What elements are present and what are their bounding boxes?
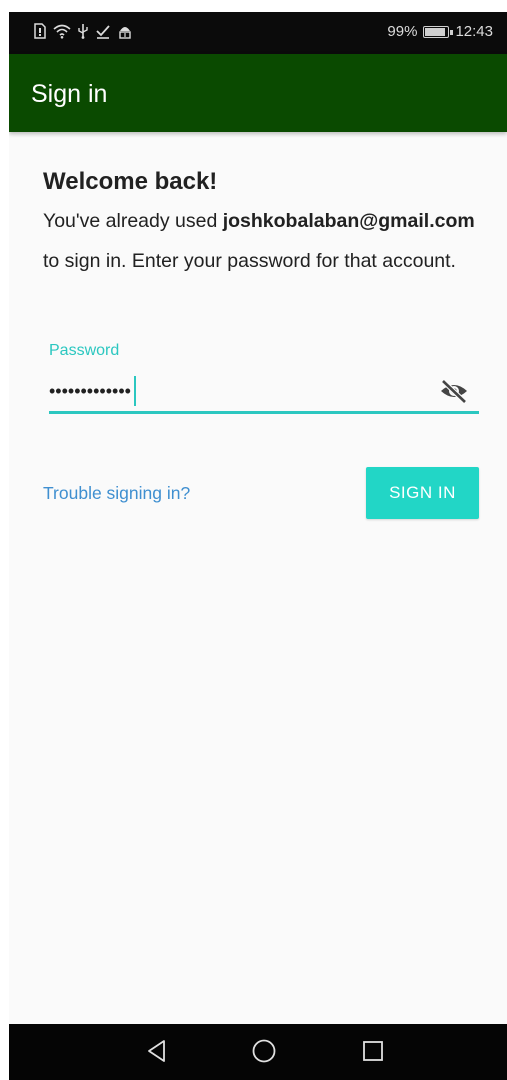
actions-row: Trouble signing in? SIGN IN [43, 467, 479, 519]
clock: 12:43 [455, 23, 493, 40]
message-prefix: You've already used [43, 210, 223, 232]
password-input[interactable]: ••••••••••••• [49, 376, 136, 406]
welcome-title: Welcome back! [43, 168, 218, 195]
message-suffix: to sign in. Enter your password for that… [43, 250, 456, 272]
account-email: joshkobalaban@gmail.com [222, 210, 475, 232]
battery-icon [423, 25, 454, 38]
welcome-message: You've already used joshkobalaban@gmail.… [43, 201, 483, 281]
download-done-icon [95, 23, 111, 39]
android-debug-icon [117, 23, 133, 39]
sim-icon [33, 23, 47, 39]
app-bar-title: Sign in [31, 80, 108, 108]
battery-fill [425, 27, 446, 36]
sign-in-button[interactable]: SIGN IN [366, 467, 479, 519]
home-icon[interactable] [251, 1038, 277, 1064]
battery-percent: 99% [387, 23, 418, 40]
visibility-off-icon[interactable] [439, 378, 469, 409]
password-underline [49, 411, 479, 414]
status-right: 99% 12:43 [387, 23, 493, 40]
app-bar: Sign in [9, 54, 507, 132]
welcome-section: Welcome back! You've already used joshko… [43, 168, 483, 281]
phone-screen: 99% 12:43 Sign in Welcome back! You've a… [9, 12, 507, 1080]
wifi-icon [53, 23, 71, 39]
password-value: ••••••••••••• [49, 380, 131, 401]
text-cursor [133, 376, 136, 406]
back-icon[interactable] [145, 1038, 169, 1064]
status-bar: 99% 12:43 [9, 12, 507, 54]
password-label: Password [49, 342, 120, 359]
status-icons [33, 23, 133, 39]
trouble-signing-in-link[interactable]: Trouble signing in? [43, 483, 190, 504]
usb-icon [77, 23, 89, 39]
navigation-bar [9, 1024, 507, 1080]
recents-icon[interactable] [361, 1038, 385, 1064]
password-field[interactable]: Password ••••••••••••• [49, 342, 479, 417]
